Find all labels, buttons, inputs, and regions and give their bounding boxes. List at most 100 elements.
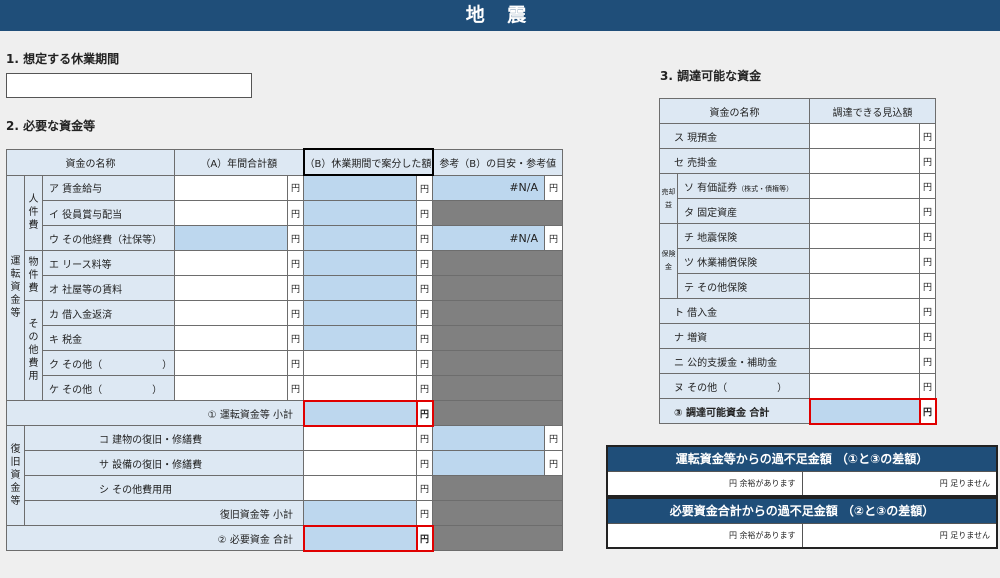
surplus-cell[interactable]: 円 余裕があります xyxy=(608,472,802,495)
yen-unit: 円 xyxy=(919,198,936,224)
reference-value: #N/A xyxy=(432,225,545,251)
fund-row-label: ナ 増資 xyxy=(659,323,810,349)
yen-unit: 円 xyxy=(919,148,936,174)
group-label-working-capital: 運転資金等 xyxy=(6,174,25,401)
disabled-cell xyxy=(432,275,563,301)
annual-input[interactable] xyxy=(174,250,288,276)
yen-unit: 円 xyxy=(287,275,304,301)
col-header-name: 資金の名称 xyxy=(6,148,175,176)
col-header-expected: 調達できる見込額 xyxy=(809,98,936,124)
total-required-label: ② 必要資金 合計 xyxy=(6,525,304,551)
disabled-cell xyxy=(432,250,563,276)
period-amount-cell xyxy=(303,275,417,301)
fund-amount-input[interactable] xyxy=(809,373,920,399)
group-label-sale-gain: 売却益 xyxy=(659,173,678,224)
disabled-cell xyxy=(432,475,563,501)
fund-amount-input[interactable] xyxy=(809,173,920,199)
working-capital-diff-title: 運転資金等からの過不足金額 （①と③の差額） xyxy=(608,447,996,471)
fund-row-label: ト 借入金 xyxy=(659,298,810,324)
fund-amount-input[interactable] xyxy=(809,273,920,299)
yen-unit: 円 xyxy=(544,425,563,451)
group-label-personnel: 人件費 xyxy=(24,174,43,251)
fund-amount-input[interactable] xyxy=(809,198,920,224)
row-label: オ 社屋等の賃料 xyxy=(42,275,175,301)
yen-unit: 円 xyxy=(415,524,434,552)
period-amount-cell xyxy=(303,200,417,226)
annual-input[interactable] xyxy=(174,325,288,351)
yen-unit: 円 xyxy=(919,248,936,274)
fund-amount-input[interactable] xyxy=(809,123,920,149)
yen-unit: 円 xyxy=(544,174,563,201)
page-title: 地 震 xyxy=(0,0,1000,31)
disabled-cell xyxy=(432,350,563,376)
period-amount-input[interactable] xyxy=(303,425,417,451)
yen-unit: 円 xyxy=(416,250,433,276)
yen-unit: 円 xyxy=(416,300,433,326)
period-amount-cell xyxy=(303,225,417,251)
period-amount-input[interactable] xyxy=(303,350,417,376)
yen-unit: 円 xyxy=(416,475,433,501)
yen-unit: 円 xyxy=(919,298,936,324)
row-label: コ 建物の復旧・修繕費 xyxy=(24,425,304,451)
section-title-required: 2. 必要な資金等 xyxy=(6,119,96,133)
yen-unit: 円 xyxy=(416,375,433,401)
surplus-cell[interactable]: 円 余裕があります xyxy=(608,524,802,547)
fund-amount-input[interactable] xyxy=(809,298,920,324)
annual-input[interactable] xyxy=(174,275,288,301)
period-amount-input[interactable] xyxy=(303,450,417,476)
yen-unit: 円 xyxy=(918,397,937,425)
fund-row-label: ス 現預金 xyxy=(659,123,810,149)
yen-unit: 円 xyxy=(919,123,936,149)
fund-amount-input[interactable] xyxy=(809,223,920,249)
yen-unit: 円 xyxy=(416,425,433,451)
yen-unit: 円 xyxy=(544,450,563,476)
yen-unit: 円 xyxy=(287,225,304,251)
section-title-available: 3. 調達可能な資金 xyxy=(660,69,762,83)
shortage-cell[interactable]: 円 足りません xyxy=(801,524,997,547)
row-label: エ リース料等 xyxy=(42,250,175,276)
yen-unit: 円 xyxy=(416,275,433,301)
annual-input[interactable] xyxy=(174,350,288,376)
yen-unit: 円 xyxy=(919,323,936,349)
fund-amount-input[interactable] xyxy=(809,323,920,349)
annual-input[interactable] xyxy=(174,375,288,401)
col-header-reference: 参考（B）の目安・参考値 xyxy=(432,148,563,176)
fund-amount-input[interactable] xyxy=(809,148,920,174)
fund-row-label: チ 地震保険 xyxy=(677,223,810,249)
row-label: ウ その他経費（社保等） xyxy=(42,225,175,251)
section-title-period: 1. 想定する休業期間 xyxy=(6,52,120,66)
annual-calculated-cell xyxy=(174,225,288,251)
yen-unit: 円 xyxy=(544,225,563,251)
subtotal-working-capital-label: ① 運転資金等 小計 xyxy=(6,400,304,426)
disabled-cell xyxy=(432,300,563,326)
annual-input[interactable] xyxy=(174,300,288,326)
yen-unit: 円 xyxy=(287,250,304,276)
reference-value xyxy=(432,450,545,476)
fund-row-label: ヌ その他（ ） xyxy=(659,373,810,399)
row-label: イ 役員賞与配当 xyxy=(42,200,175,226)
group-label-other-costs: その他費用 xyxy=(24,300,43,401)
annual-input[interactable] xyxy=(174,200,288,226)
required-total-diff-title: 必要資金合計からの過不足金額 （②と③の差額） xyxy=(608,499,996,523)
col-header-fund-name: 資金の名称 xyxy=(659,98,810,124)
yen-unit: 円 xyxy=(287,200,304,226)
shortage-cell[interactable]: 円 足りません xyxy=(801,472,997,495)
period-amount-cell xyxy=(303,300,417,326)
period-amount-input[interactable] xyxy=(303,475,417,501)
annual-input[interactable] xyxy=(174,174,288,201)
row-label: カ 借入金返済 xyxy=(42,300,175,326)
row-label: ケ その他（ ） xyxy=(42,375,175,401)
yen-unit: 円 xyxy=(287,174,304,201)
yen-unit: 円 xyxy=(919,373,936,399)
total-available-label: ③ 調達可能資金 合計 xyxy=(659,398,810,424)
disabled-cell xyxy=(432,200,563,226)
subtotal-recovery-value xyxy=(303,500,417,526)
disabled-cell xyxy=(432,325,563,351)
fund-amount-input[interactable] xyxy=(809,248,920,274)
subtotal-recovery-label: 復旧資金等 小計 xyxy=(24,500,304,526)
period-input[interactable] xyxy=(6,73,252,98)
fund-row-label: ソ 有価証券（株式・債権等） xyxy=(677,173,810,199)
yen-unit: 円 xyxy=(416,350,433,376)
period-amount-input[interactable] xyxy=(303,375,417,401)
fund-amount-input[interactable] xyxy=(809,348,920,374)
